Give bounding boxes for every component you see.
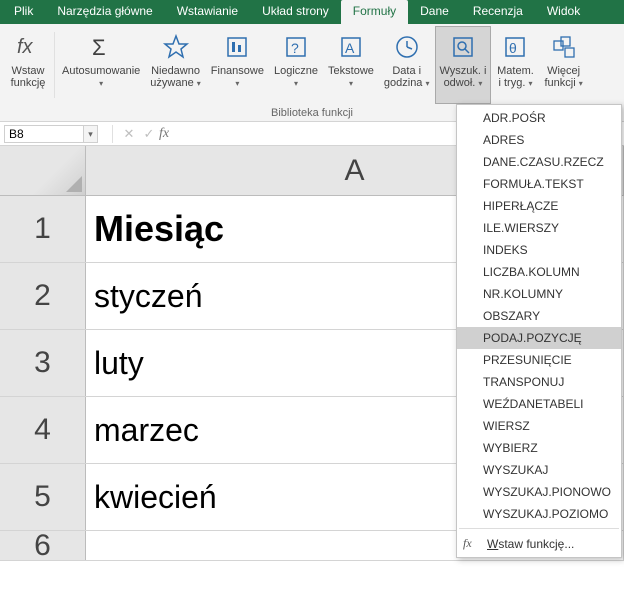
dropdown-item[interactable]: LICZBA.KOLUMN <box>457 261 621 283</box>
chevron-down-icon: ▾ <box>294 79 298 88</box>
label: Logiczne <box>274 65 318 77</box>
dropdown-item[interactable]: NR.KOLUMNY <box>457 283 621 305</box>
dropdown-item[interactable]: WYBIERZ <box>457 437 621 459</box>
row-header[interactable]: 2 <box>0 263 86 329</box>
svg-text:?: ? <box>291 40 299 56</box>
financial-button[interactable]: Finansowe ▾ <box>206 26 269 104</box>
fx-icon: fx <box>12 31 44 63</box>
label: Autosumowanie <box>62 65 140 77</box>
text-button[interactable]: A Tekstowe ▾ <box>323 26 379 104</box>
label: funkcji <box>544 77 575 89</box>
label: funkcję <box>11 77 46 89</box>
recently-used-button[interactable]: Niedawnoużywane ▾ <box>145 26 206 104</box>
dropdown-item[interactable]: WIERSZ <box>457 415 621 437</box>
label: Finansowe <box>211 65 264 77</box>
svg-text:Σ: Σ <box>92 35 106 60</box>
label: używane <box>150 77 193 89</box>
chevron-down-icon: ▾ <box>197 79 201 88</box>
svg-text:A: A <box>345 40 355 56</box>
lookup-reference-dropdown: ADR.POŚR ADRES DANE.CZASU.RZECZ FORMUŁA.… <box>456 104 622 558</box>
insert-function-menu-item[interactable]: fx Wstaw funkcję... <box>457 532 621 555</box>
fx-icon[interactable]: fx <box>159 126 169 142</box>
label: Wstaw <box>11 65 44 77</box>
chevron-down-icon: ▾ <box>579 79 583 88</box>
dropdown-item[interactable]: WYSZUKAJ.POZIOMO <box>457 503 621 525</box>
more-functions-button[interactable]: Więcejfunkcji ▾ <box>539 26 587 104</box>
label: W <box>487 537 498 551</box>
fx-icon: fx <box>463 536 477 551</box>
dropdown-item[interactable]: FORMUŁA.TEKST <box>457 173 621 195</box>
tab-home[interactable]: Narzędzia główne <box>45 0 164 24</box>
dropdown-item[interactable]: WYSZUKAJ <box>457 459 621 481</box>
label: Matem. <box>497 65 534 77</box>
dropdown-item[interactable]: DANE.CZASU.RZECZ <box>457 151 621 173</box>
label: i tryg. <box>498 77 525 89</box>
logical-icon: ? <box>280 31 312 63</box>
chevron-down-icon: ▾ <box>349 79 353 88</box>
tab-file[interactable]: Plik <box>2 0 45 24</box>
text-icon: A <box>335 31 367 63</box>
tab-insert[interactable]: Wstawianie <box>165 0 250 24</box>
row-header[interactable]: 6 <box>0 531 86 560</box>
insert-function-button[interactable]: fx Wstawfunkcję <box>4 26 52 104</box>
label: godzina <box>384 77 423 89</box>
dropdown-item[interactable]: OBSZARY <box>457 305 621 327</box>
dropdown-item[interactable]: ILE.WIERSZY <box>457 217 621 239</box>
chevron-down-icon: ▾ <box>478 79 482 88</box>
tab-formulas[interactable]: Formuły <box>341 0 408 24</box>
row-header[interactable]: 3 <box>0 330 86 396</box>
enter-formula-button[interactable]: ✓ <box>139 126 159 142</box>
chevron-down-icon: ▾ <box>99 79 103 88</box>
cancel-formula-button[interactable]: ✕ <box>119 126 139 142</box>
label: Wyszuk. i <box>440 65 487 77</box>
tab-review[interactable]: Recenzja <box>461 0 535 24</box>
tab-layout[interactable]: Układ strony <box>250 0 341 24</box>
name-box[interactable] <box>4 125 84 143</box>
svg-text:θ: θ <box>509 40 517 56</box>
dropdown-item[interactable]: ADR.POŚR <box>457 107 621 129</box>
dropdown-item[interactable]: WEŹDANETABELI <box>457 393 621 415</box>
ribbon-group-function-library: fx Wstawfunkcję Σ Autosumowanie ▾ Niedawn… <box>0 24 624 104</box>
tab-view[interactable]: Widok <box>535 0 592 24</box>
clock-icon <box>391 31 423 63</box>
separator <box>112 125 113 143</box>
label: Data i <box>392 65 421 77</box>
financial-icon <box>221 31 253 63</box>
name-box-dropdown[interactable]: ▾ <box>84 125 98 143</box>
select-all-corner[interactable] <box>0 146 86 195</box>
separator <box>54 32 55 98</box>
lookup-reference-button[interactable]: Wyszuk. iodwoł. ▾ <box>435 26 492 104</box>
row-header[interactable]: 5 <box>0 464 86 530</box>
tab-data[interactable]: Dane <box>408 0 461 24</box>
math-trig-button[interactable]: θ Matem.i tryg. ▾ <box>491 26 539 104</box>
label: Tekstowe <box>328 65 374 77</box>
dropdown-item[interactable]: HIPERŁĄCZE <box>457 195 621 217</box>
theta-icon: θ <box>499 31 531 63</box>
lookup-icon <box>447 31 479 63</box>
date-time-button[interactable]: Data igodzina ▾ <box>379 26 435 104</box>
dropdown-item[interactable]: INDEKS <box>457 239 621 261</box>
sigma-icon: Σ <box>85 31 117 63</box>
autosum-button[interactable]: Σ Autosumowanie ▾ <box>57 26 145 104</box>
dropdown-item-selected[interactable]: PODAJ.POZYCJĘ <box>457 327 621 349</box>
label: odwoł. <box>444 77 476 89</box>
logical-button[interactable]: ? Logiczne ▾ <box>269 26 323 104</box>
label: Więcej <box>547 65 580 77</box>
chevron-down-icon: ▾ <box>426 79 430 88</box>
separator <box>459 528 619 529</box>
label: Niedawno <box>151 65 200 77</box>
chevron-down-icon: ▾ <box>235 79 239 88</box>
dropdown-item[interactable]: TRANSPONUJ <box>457 371 621 393</box>
label: staw funkcję... <box>498 537 574 551</box>
svg-text:fx: fx <box>17 36 34 58</box>
dropdown-item[interactable]: WYSZUKAJ.PIONOWO <box>457 481 621 503</box>
row-header[interactable]: 4 <box>0 397 86 463</box>
star-icon <box>160 31 192 63</box>
row-header[interactable]: 1 <box>0 196 86 262</box>
chevron-down-icon: ▾ <box>528 79 532 88</box>
ribbon-tabs: Plik Narzędzia główne Wstawianie Układ s… <box>0 0 624 24</box>
dropdown-item[interactable]: ADRES <box>457 129 621 151</box>
more-icon <box>548 31 580 63</box>
dropdown-item[interactable]: PRZESUNIĘCIE <box>457 349 621 371</box>
